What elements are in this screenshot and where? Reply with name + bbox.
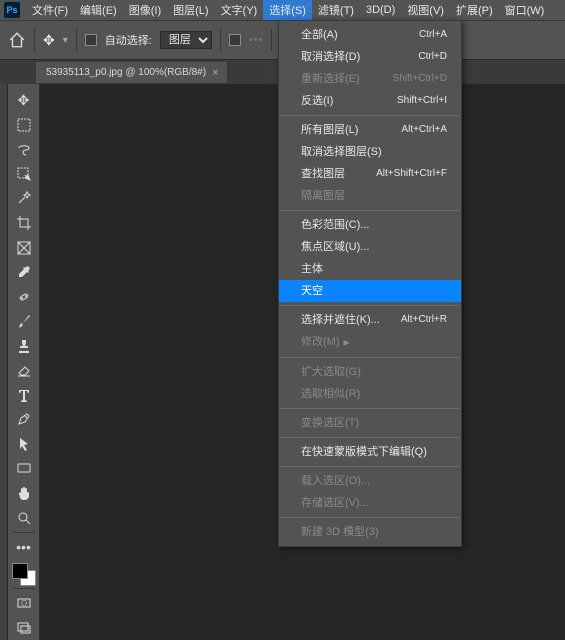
edit-toolbar[interactable]: •••	[10, 535, 38, 560]
auto-select-target[interactable]: 图层	[160, 31, 212, 49]
menu-item: 选取相似(R)	[279, 383, 461, 405]
move-tool-indicator: ✥	[43, 32, 55, 49]
zoom-tool[interactable]	[10, 505, 38, 530]
eyedropper-tool[interactable]	[10, 260, 38, 285]
more-options[interactable]: •••	[249, 34, 264, 46]
type-tool[interactable]	[10, 383, 38, 408]
menu-separator	[280, 305, 460, 306]
menu-3d[interactable]: 3D(D)	[360, 2, 401, 18]
menu-separator	[280, 408, 460, 409]
toolbar-separator	[13, 588, 35, 589]
brush-tool[interactable]	[10, 309, 38, 334]
menu-type[interactable]: 文字(Y)	[215, 0, 264, 20]
close-tab-icon[interactable]: ×	[212, 67, 218, 79]
separator	[76, 29, 77, 51]
auto-select-checkbox[interactable]	[85, 34, 97, 46]
menu-item[interactable]: 查找图层Alt+Shift+Ctrl+F	[279, 163, 461, 185]
quick-mask-tool[interactable]	[10, 591, 38, 616]
menu-item[interactable]: 色彩范围(C)...	[279, 214, 461, 236]
menu-separator	[280, 437, 460, 438]
healing-tool[interactable]	[10, 284, 38, 309]
menu-window[interactable]: 窗口(W)	[499, 0, 551, 20]
separator	[271, 29, 272, 51]
menu-separator	[280, 466, 460, 467]
menu-item: 重新选择(E)Shift+Ctrl+D	[279, 68, 461, 90]
left-strip	[0, 84, 8, 640]
menu-item: 隔离图层	[279, 185, 461, 207]
move-tool[interactable]: ✥	[10, 88, 38, 113]
hand-tool[interactable]	[10, 481, 38, 506]
menu-item[interactable]: 反选(I)Shift+Ctrl+I	[279, 90, 461, 112]
select-menu-dropdown: 全部(A)Ctrl+A取消选择(D)Ctrl+D重新选择(E)Shift+Ctr…	[278, 20, 462, 547]
magic-wand-tool[interactable]	[10, 186, 38, 211]
home-icon[interactable]	[8, 31, 26, 49]
menu-item: 扩大选取(G)	[279, 361, 461, 383]
rectangle-tool[interactable]	[10, 456, 38, 481]
menu-item: 载入选区(O)...	[279, 470, 461, 492]
marquee-tool[interactable]	[10, 113, 38, 138]
menu-item[interactable]: 取消选择(D)Ctrl+D	[279, 46, 461, 68]
separator	[220, 29, 221, 51]
menu-layer[interactable]: 图层(L)	[167, 0, 214, 20]
frame-tool[interactable]	[10, 235, 38, 260]
menu-separator	[280, 115, 460, 116]
menu-item[interactable]: 选择并遮住(K)...Alt+Ctrl+R	[279, 309, 461, 331]
menu-separator	[280, 210, 460, 211]
menu-separator	[280, 357, 460, 358]
menubar: Ps 文件(F) 编辑(E) 图像(I) 图层(L) 文字(Y) 选择(S) 滤…	[0, 0, 565, 20]
tool-preset-dropdown[interactable]: ▾	[63, 35, 68, 46]
menu-select[interactable]: 选择(S)	[263, 0, 312, 20]
show-transform-checkbox[interactable]	[229, 34, 241, 46]
screen-mode-tool[interactable]	[10, 615, 38, 640]
menu-item: 修改(M)	[279, 331, 461, 354]
toolbar: ✥ •••	[8, 84, 40, 640]
eraser-tool[interactable]	[10, 358, 38, 383]
object-select-tool[interactable]	[10, 162, 38, 187]
menu-file[interactable]: 文件(F)	[26, 0, 74, 20]
lasso-tool[interactable]	[10, 137, 38, 162]
document-tab[interactable]: 53935113_p0.jpg @ 100%(RGB/8#) ×	[36, 62, 227, 83]
crop-tool[interactable]	[10, 211, 38, 236]
menu-item[interactable]: 主体	[279, 258, 461, 280]
menu-image[interactable]: 图像(I)	[123, 0, 167, 20]
separator	[34, 29, 35, 51]
color-swatch[interactable]	[12, 563, 36, 586]
toolbar-separator	[13, 532, 35, 533]
menu-item[interactable]: 全部(A)Ctrl+A	[279, 24, 461, 46]
menu-item[interactable]: 所有图层(L)Alt+Ctrl+A	[279, 119, 461, 141]
menu-item[interactable]: 取消选择图层(S)	[279, 141, 461, 163]
menu-view[interactable]: 视图(V)	[401, 0, 450, 20]
pen-tool[interactable]	[10, 407, 38, 432]
menu-item[interactable]: 在快速蒙版模式下编辑(Q)	[279, 441, 461, 463]
menu-item[interactable]: 天空	[279, 280, 461, 302]
foreground-color[interactable]	[12, 563, 28, 579]
auto-select-label: 自动选择:	[105, 32, 152, 48]
menu-item: 新建 3D 模型(3)	[279, 521, 461, 543]
menu-edit[interactable]: 编辑(E)	[74, 0, 123, 20]
path-select-tool[interactable]	[10, 432, 38, 457]
menu-separator	[280, 517, 460, 518]
stamp-tool[interactable]	[10, 333, 38, 358]
tab-title: 53935113_p0.jpg @ 100%(RGB/8#)	[46, 67, 206, 78]
menu-item: 存储选区(V)...	[279, 492, 461, 514]
menu-item[interactable]: 焦点区域(U)...	[279, 236, 461, 258]
menu-item: 变换选区(T)	[279, 412, 461, 434]
menu-extensions[interactable]: 扩展(P)	[450, 0, 499, 20]
menu-filter[interactable]: 滤镜(T)	[312, 0, 360, 20]
ps-logo: Ps	[4, 2, 20, 18]
